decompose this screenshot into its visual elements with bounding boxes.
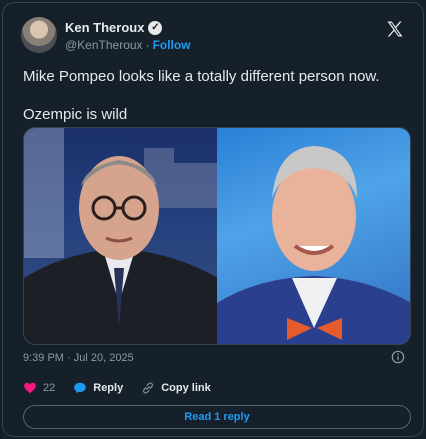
author-handle[interactable]: @KenTheroux: [65, 38, 143, 52]
tweet-timestamp[interactable]: 9:39 PM · Jul 20, 2025: [23, 352, 134, 364]
separator-dot: ·: [145, 38, 150, 52]
author-name[interactable]: Ken Theroux: [65, 20, 144, 35]
avatar[interactable]: [21, 17, 57, 53]
tweet-text-line-2: Ozempic is wild: [23, 106, 128, 123]
heart-icon: [24, 382, 36, 394]
read-replies-button[interactable]: Read 1 reply: [23, 405, 411, 429]
author-name-row: Ken Theroux ✓: [65, 20, 163, 35]
tweet-text-line-1: Mike Pompeo looks like a totally differe…: [23, 68, 380, 85]
reply-label: Reply: [93, 382, 124, 394]
info-icon[interactable]: [391, 350, 405, 364]
man-portrait-right: [217, 146, 410, 344]
man-portrait-left: [24, 156, 217, 344]
copy-link-button[interactable]: Copy link: [141, 381, 211, 395]
follow-button[interactable]: Follow: [153, 38, 191, 52]
like-count: 22: [43, 382, 56, 394]
x-logo-icon[interactable]: [385, 19, 405, 39]
media-image-left[interactable]: [24, 128, 217, 344]
tweet-header: Ken Theroux ✓ @KenTheroux · Follow: [21, 17, 409, 57]
copy-link-label: Copy link: [161, 382, 211, 394]
tweet-embed-card: Ken Theroux ✓ @KenTheroux · Follow Mike …: [2, 2, 424, 437]
verified-icon: ✓: [148, 20, 163, 35]
media-image-right[interactable]: [217, 128, 410, 344]
tweet-text: Mike Pompeo looks like a totally differe…: [23, 67, 413, 125]
tweet-actions: 22 Reply Copy link: [23, 381, 211, 395]
link-icon: [143, 382, 154, 394]
author-handle-row: @KenTheroux · Follow: [65, 38, 191, 52]
reply-button[interactable]: Reply: [73, 381, 123, 395]
like-button[interactable]: 22: [23, 381, 55, 395]
reply-icon: [74, 382, 87, 394]
tweet-media[interactable]: [23, 127, 411, 345]
